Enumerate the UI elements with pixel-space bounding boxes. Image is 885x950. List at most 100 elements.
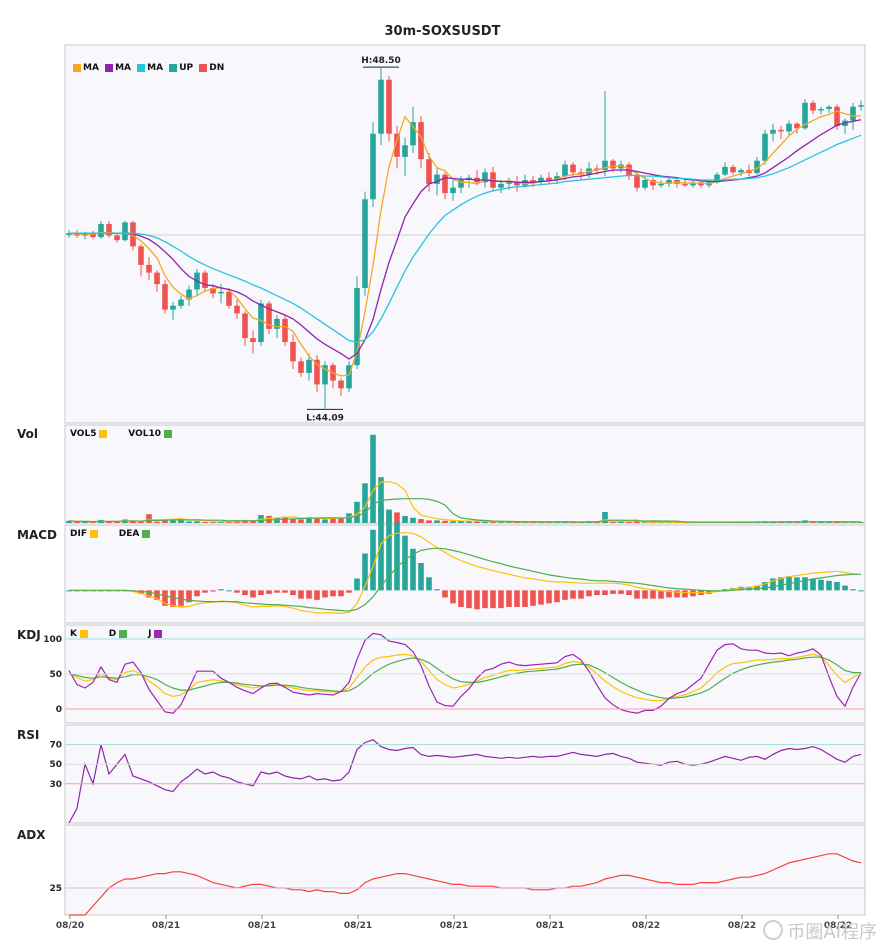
candle-down [610,160,616,169]
macd-histogram-bar [538,590,544,605]
macd-histogram-bar [794,577,800,591]
macd-histogram-bar [450,590,456,604]
candle-up [658,183,664,186]
macd-histogram-bar [634,590,640,599]
up-swatch [169,64,178,72]
candle-down [386,79,392,134]
macd-histogram-bar [226,590,232,592]
vol10-swatch [164,430,172,438]
candle-up [362,199,368,288]
volume-bar [402,515,408,523]
macd-histogram-bar [242,590,248,596]
candle-up [450,187,456,194]
panels-layer [64,44,866,916]
candle-up [762,133,768,161]
macd-histogram-bar [338,590,344,597]
rsi-y-tick-label: 70 [49,741,62,751]
volume-bar [314,518,320,523]
candle-down [146,264,152,273]
dif-legend-label: DIF [70,529,87,539]
macd-histogram-bar [282,590,288,593]
candle-down [314,359,320,385]
up-legend-label: UP [179,63,194,73]
candle-down [154,272,160,285]
macd-histogram-bar [234,590,240,593]
ma10-legend-label: MA [115,63,131,73]
adx-panel-frame [64,824,866,916]
volume-bar [618,521,624,523]
vol-panel-frame [64,424,866,524]
candle-up [722,166,728,175]
dif-swatch [89,530,98,538]
candle-up [410,122,416,146]
macd-histogram-bar [202,590,208,593]
macd-histogram-bar [810,578,816,591]
macd-histogram-bar [274,590,280,593]
vol-panel-name: Vol [17,427,38,441]
candle-down [226,291,232,306]
macd-histogram-bar [354,578,360,591]
macd-histogram-bar [434,589,440,591]
macd-histogram-bar [530,590,536,606]
rsi-y-tick-label: 50 [49,760,62,770]
volume-bar [626,522,632,523]
kdj-y-tick-label: 50 [49,670,62,680]
macd-histogram-bar [554,590,560,603]
candle-up [738,169,744,173]
volume-bar [434,520,440,523]
volume-bar [450,521,456,523]
macd-histogram-bar [506,590,512,607]
volume-bar [338,518,344,523]
rsi-panel-frame [64,724,866,824]
candle-up [562,164,568,177]
candle-up [786,123,792,132]
candle-down [730,166,736,173]
adx-panel-name: ADX [17,828,46,842]
macd-histogram-bar [330,590,336,597]
volume-bar [410,517,416,523]
macd-histogram-bar [322,590,328,598]
volume-bar [474,521,480,523]
candle-down [250,338,256,342]
candle-up [258,303,264,342]
volume-bar [90,522,96,523]
x-tick-label: 08/20 [56,921,84,931]
macd-histogram-bar [314,590,320,600]
macd-histogram-bar [610,590,616,594]
macd-histogram-bar [834,582,840,591]
down-swatch [199,64,208,72]
candle-down [282,318,288,342]
candle-up [378,79,384,134]
x-tick-label: 08/21 [152,921,180,931]
macd-histogram-bar [170,590,176,607]
macd-histogram-bar [346,590,352,593]
macd-histogram-bar [522,590,528,607]
macd-histogram-bar [194,590,200,597]
volume-bar [202,521,208,523]
volume-bar [634,521,640,523]
macd-histogram-bar [642,590,648,599]
candle-down [546,177,552,180]
macd-histogram-bar [458,590,464,607]
macd-histogram-bar [466,590,472,609]
adx-y-tick-label: 25 [49,884,62,894]
macd-histogram-bar [602,590,608,596]
candle-up [178,299,184,306]
ma20-swatch [137,64,146,72]
x-tick-label: 08/21 [248,921,276,931]
ma5-swatch [73,64,81,72]
watermark-logo-icon [763,920,784,940]
macd-panel-name: MACD [17,528,57,542]
ma20-legend-label: MA [147,63,164,73]
macd-histogram-bar [474,590,480,610]
candle-down [426,159,432,184]
dea-legend-label: DEA [118,529,140,539]
candle-down [298,361,304,373]
macd-histogram-bar [210,590,216,592]
vol10-legend-label: VOL10 [128,429,161,439]
candle-up [122,222,128,241]
macd-histogram-bar [546,590,552,604]
kdj-y-tick-label: 0 [56,705,62,715]
candle-down [290,342,296,362]
volume-bar [186,521,192,523]
